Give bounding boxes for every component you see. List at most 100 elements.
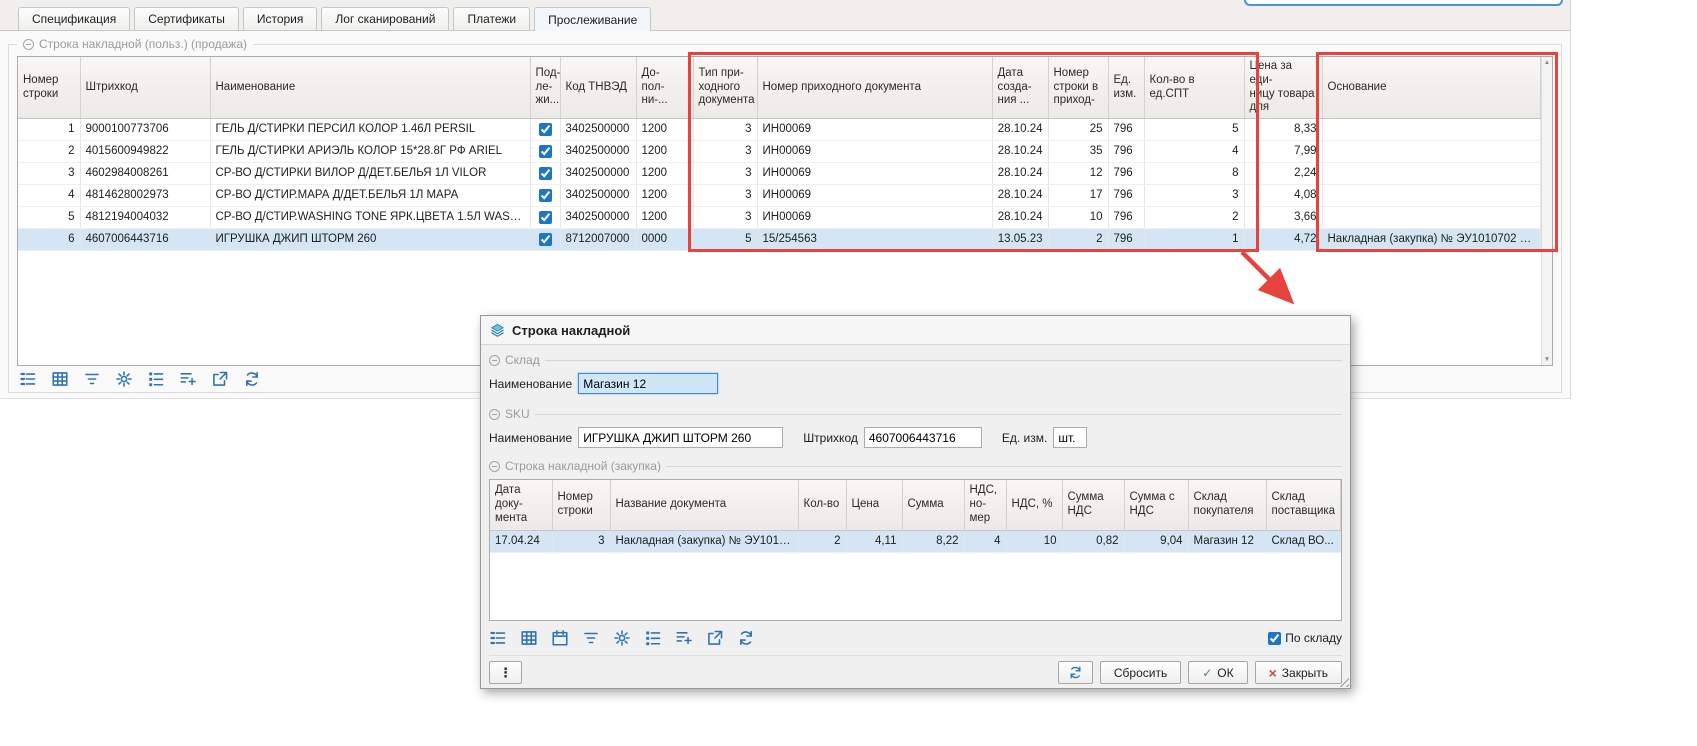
col-header-subject[interactable]: Под- ле- жи... xyxy=(530,57,560,119)
col-header-vat-pct[interactable]: НДС, % xyxy=(1006,480,1062,530)
by-warehouse-checkbox-input[interactable] xyxy=(1268,632,1281,645)
col-header-tnved[interactable]: Код ТНВЭД xyxy=(560,57,636,119)
sku-unit-label: Ед. изм. xyxy=(1002,431,1047,445)
table-row[interactable]: 6 4607006443716 ИГРУШКА ДЖИП ШТОРМ 260 8… xyxy=(18,229,1541,251)
vertical-scrollbar[interactable]: ▲ ▼ xyxy=(1541,57,1552,365)
col-header-doc-name[interactable]: Название документа xyxy=(610,480,798,530)
table-row[interactable]: 5 4812194004032 СР-ВО Д/СТИР.WASHING TON… xyxy=(18,207,1541,229)
numbered-list-icon[interactable] xyxy=(644,629,662,647)
more-button[interactable]: ⋮ xyxy=(489,661,522,684)
filter-icon[interactable] xyxy=(83,370,101,388)
table-row[interactable]: 4 4814628002973 СР-ВО Д/СТИР.МАРА Д/ДЕТ.… xyxy=(18,185,1541,207)
col-header-line-no[interactable]: Номер строки xyxy=(552,480,610,530)
col-header-income-line-no[interactable]: Номер строки в приход- xyxy=(1048,57,1108,119)
ok-label: ОК xyxy=(1217,666,1233,680)
scroll-down-icon[interactable]: ▼ xyxy=(1542,356,1552,363)
filter-icon[interactable] xyxy=(582,629,600,647)
tab[interactable]: Лог сканирований xyxy=(321,7,449,30)
sku-barcode-input[interactable] xyxy=(864,427,982,448)
col-header-line-no[interactable]: Номер строки xyxy=(18,57,80,119)
main-grid: Номер строки Штрихкод Наименование Под- … xyxy=(18,57,1541,251)
export-icon[interactable] xyxy=(706,629,724,647)
ok-button[interactable]: ✓ОК xyxy=(1188,661,1247,684)
col-header-unit[interactable]: Ед. изм. xyxy=(1108,57,1144,119)
subject-checkbox[interactable] xyxy=(539,123,552,136)
sort-add-icon[interactable] xyxy=(179,370,197,388)
purchase-grid-area: Дата доку- мента Номер строки Название д… xyxy=(489,479,1342,621)
col-header-name[interactable]: Наименование xyxy=(210,57,530,119)
dialog-titlebar[interactable]: Строка накладной xyxy=(481,316,1350,345)
collapse-icon[interactable] xyxy=(489,461,500,472)
group-divider xyxy=(666,466,1342,467)
subject-checkbox[interactable] xyxy=(539,233,552,246)
col-header-doc-date[interactable]: Дата доку- мента xyxy=(490,480,552,530)
settings-icon[interactable] xyxy=(613,629,631,647)
warehouse-name-input[interactable] xyxy=(578,373,718,394)
dialog-grid-toolbar: По складу xyxy=(489,627,1342,649)
purchase-grid-header-row: Дата доку- мента Номер строки Название д… xyxy=(490,480,1341,530)
sort-add-icon[interactable] xyxy=(675,629,693,647)
col-header-sum[interactable]: Сумма xyxy=(902,480,964,530)
col-header-qty[interactable]: Кол-во в ед.СПТ xyxy=(1144,57,1244,119)
export-icon[interactable] xyxy=(211,370,229,388)
subject-checkbox[interactable] xyxy=(539,211,552,224)
sync-icon[interactable] xyxy=(737,629,755,647)
main-grid-body: 1 9000100773706 ГЕЛЬ Д/СТИРКИ ПЕРСИЛ КОЛ… xyxy=(18,119,1541,251)
sku-name-label: Наименование xyxy=(489,431,572,445)
table-row[interactable]: 3 4602984008261 СР-ВО Д/СТИРКИ ВИЛОР Д/Д… xyxy=(18,163,1541,185)
table-row[interactable]: 17.04.24 3 Накладная (закупка) № ЭУ10107… xyxy=(490,530,1341,552)
tab[interactable]: Спецификация xyxy=(18,7,130,30)
col-header-doc-no[interactable]: Номер приходного документа xyxy=(757,57,992,119)
table-view-icon[interactable] xyxy=(51,370,69,388)
close-icon: × xyxy=(1269,665,1277,681)
col-header-vat-sum[interactable]: Сумма НДС xyxy=(1062,480,1124,530)
sku-unit-input[interactable] xyxy=(1053,427,1087,448)
col-header-doc-type[interactable]: Тип при- ходного документа xyxy=(693,57,757,119)
col-header-price[interactable]: Цена за еди- ницу товара для xyxy=(1244,57,1322,119)
by-warehouse-checkbox[interactable]: По складу xyxy=(1268,631,1342,645)
tab[interactable]: История xyxy=(243,7,318,30)
warehouse-group-header: Склад xyxy=(489,353,1342,367)
close-label: Закрыть xyxy=(1282,666,1328,680)
table-view-icon[interactable] xyxy=(520,629,538,647)
collapse-icon[interactable] xyxy=(489,355,500,366)
calendar-icon[interactable] xyxy=(551,629,569,647)
table-row[interactable]: 2 4015600949822 ГЕЛЬ Д/СТИРКИ АРИЭЛЬ КОЛ… xyxy=(18,141,1541,163)
tab[interactable]: Платежи xyxy=(453,7,530,30)
list-view-icon[interactable] xyxy=(489,629,507,647)
numbered-list-icon[interactable] xyxy=(147,370,165,388)
tab-label: Платежи xyxy=(467,12,516,26)
col-header-additional[interactable]: До- пол- ни-... xyxy=(636,57,693,119)
sku-group-title: SKU xyxy=(505,407,530,421)
collapse-icon[interactable] xyxy=(23,39,34,50)
table-row[interactable]: 1 9000100773706 ГЕЛЬ Д/СТИРКИ ПЕРСИЛ КОЛ… xyxy=(18,119,1541,141)
col-header-supplier-warehouse[interactable]: Склад поставщика xyxy=(1266,480,1341,530)
col-header-buyer-warehouse[interactable]: Склад покупателя xyxy=(1188,480,1266,530)
scroll-up-icon[interactable]: ▲ xyxy=(1542,59,1552,66)
close-button[interactable]: × Закрыть xyxy=(1255,661,1342,684)
col-header-vat-no[interactable]: НДС, но- мер xyxy=(964,480,1006,530)
tab[interactable]: Сертификаты xyxy=(134,7,239,30)
tab[interactable]: Прослеживание xyxy=(534,7,651,31)
tab-label: Спецификация xyxy=(32,12,116,26)
subject-checkbox[interactable] xyxy=(539,189,552,202)
settings-icon[interactable] xyxy=(115,370,133,388)
collapse-icon[interactable] xyxy=(489,409,500,420)
tab-label: Прослеживание xyxy=(548,13,637,27)
purchase-group-title: Строка накладной (закупка) xyxy=(505,459,661,473)
subject-checkbox[interactable] xyxy=(539,167,552,180)
sync-icon[interactable] xyxy=(243,370,261,388)
purchase-grid-body: 17.04.24 3 Накладная (закупка) № ЭУ10107… xyxy=(490,530,1341,552)
subject-checkbox[interactable] xyxy=(539,145,552,158)
col-header-created[interactable]: Дата созда- ния ... xyxy=(992,57,1048,119)
warehouse-group-title: Склад xyxy=(505,353,540,367)
sku-name-input[interactable] xyxy=(578,427,783,448)
col-header-basis[interactable]: Основание xyxy=(1322,57,1541,119)
col-header-barcode[interactable]: Штрихкод xyxy=(80,57,210,119)
col-header-price[interactable]: Цена xyxy=(846,480,902,530)
list-view-icon[interactable] xyxy=(19,370,37,388)
col-header-qty[interactable]: Кол-во xyxy=(798,480,846,530)
reset-button[interactable]: Сбросить xyxy=(1100,661,1181,684)
refresh-button[interactable] xyxy=(1058,661,1093,684)
col-header-sum-with-vat[interactable]: Сумма с НДС xyxy=(1124,480,1188,530)
